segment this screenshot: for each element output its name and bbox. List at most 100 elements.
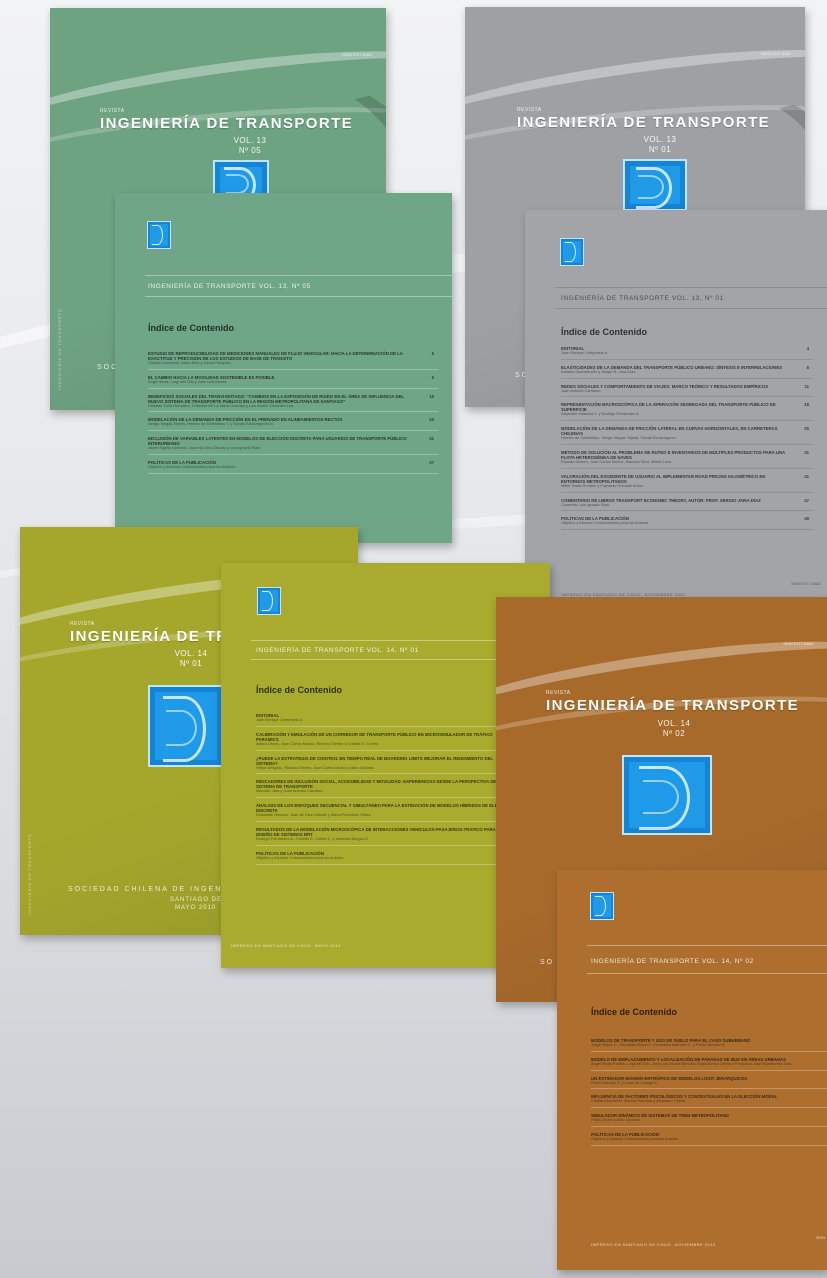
toc-entry[interactable]: MODELO DE EMPLAZAMIENTO Y LOCALIZACIÓN D… bbox=[591, 1057, 827, 1071]
article-authors: Rodrigo Fernández A., Cristián E. Cortés… bbox=[256, 835, 370, 841]
cover-spine-text: INGENIERÍA DE TRANSPORTE bbox=[57, 308, 62, 390]
page-number: 31 bbox=[429, 436, 434, 442]
toc-entry[interactable]: UN ESTIMADOR MÁXIMO-ENTRÓPICO DE MODELOS… bbox=[591, 1076, 827, 1090]
issn-label: ISSN 0717-5482 bbox=[761, 51, 791, 56]
toc-entry[interactable]: INCLUSIÓN DE VARIABLES LATENTES EN MODEL… bbox=[148, 436, 438, 455]
page-number: 47 bbox=[804, 497, 809, 503]
article-authors: Objetivo y Alcance / Instrucciones para … bbox=[591, 1135, 679, 1141]
toc-page-vol13-no05: INGENIERÍA DE TRANSPORTE VOL. 13, Nº 05 … bbox=[115, 193, 452, 543]
toc-title: Índice de Contenido bbox=[256, 685, 343, 695]
society-name: SOCIEDAD CHILENA DE INGENIE bbox=[68, 886, 233, 893]
issue-number: Nº 01 bbox=[648, 145, 672, 154]
magazine-title: INGENIERÍA DE TRANSPORTE bbox=[100, 115, 354, 132]
header-rule bbox=[555, 308, 827, 309]
magazine-title: INGENIERÍA DE TR bbox=[70, 628, 229, 645]
issn-label: ISSN 0717-5482 bbox=[342, 52, 372, 57]
article-authors: Esteban Tuñá González, Cristóbal De La M… bbox=[148, 402, 294, 408]
toc-title: Índice de Contenido bbox=[561, 327, 648, 337]
page-number: 26 bbox=[804, 426, 809, 432]
toc-entry[interactable]: REDES SOCIALES Y COMPORTAMIENTO DE VIAJE… bbox=[561, 384, 813, 398]
cover-spine-text: INGENIERÍA DE TRANSPORTE bbox=[27, 833, 32, 915]
article-authors: Sebastián Raveau, Juan de Dios Ortúzar y… bbox=[256, 812, 371, 818]
date-label: MAYO 2010 bbox=[175, 905, 217, 911]
toc-entry[interactable]: BENEFICIOS SOCIALES DEL TRANVIANTIAGO: "… bbox=[148, 394, 438, 413]
magazine-collage: INGENIERÍA DE TRANSPORTE ISSN 0717-5482 … bbox=[0, 0, 827, 1278]
magazine-title: INGENIERÍA DE TRANSPORTE bbox=[546, 697, 800, 714]
issue-number: Nº 02 bbox=[662, 729, 686, 738]
revista-label: REVISTA bbox=[546, 690, 571, 696]
toc-entry[interactable]: MÉTODO DE SOLUCIÓN AL PROBLEMA DE RUTEO … bbox=[561, 450, 813, 469]
imprint-line: IMPRESO EN SANTIAGO DE CHILE, MAYO 2010 bbox=[231, 943, 341, 948]
volume-label: VOL. 13 bbox=[643, 135, 677, 144]
page-number: 9 bbox=[431, 374, 434, 380]
article-authors: Cristián Domarchi, Manuel Escobar y Alej… bbox=[591, 1098, 686, 1104]
article-authors: Mauricio Jara y Juan Antonio Carrasco bbox=[256, 788, 323, 794]
toc-entry[interactable]: REPRESENTACIÓN MACROSCÓPICA DE LA OPERAC… bbox=[561, 402, 813, 422]
header-rule bbox=[587, 945, 827, 946]
toc-page-vol14-no02: INGENIERÍA DE TRANSPORTE VOL. 14, Nº 02 … bbox=[557, 870, 827, 1270]
imprint-line: IMPRESO EN SANTIAGO DE CHILE, NOVIEMBRE … bbox=[591, 1242, 716, 1247]
article-authors: Javier Egaña Lipinovic, Juan de Dios Ort… bbox=[148, 445, 261, 451]
article-authors: Mitter Salas Rondón y Francesc Robusté A… bbox=[561, 482, 643, 488]
toc-entry[interactable]: ELASTICIDADES DE LA DEMANDA DEL TRANSPOR… bbox=[561, 365, 813, 379]
journal-logo-icon bbox=[590, 892, 614, 920]
article-authors: Jorge Videla C., Fernando Bravo F., Fran… bbox=[591, 1042, 726, 1047]
toc-entry[interactable]: POLÍTICAS DE LA PUBLICACIÓN Objetivo y Al… bbox=[591, 1132, 827, 1146]
article-authors: Juan Enrique Coeymans A. bbox=[256, 717, 304, 722]
revista-label: REVISTA bbox=[517, 107, 542, 113]
header-rule bbox=[145, 296, 452, 297]
article-authors: Cristian Domarchi, Ivana Brito y Oscar H… bbox=[148, 360, 231, 365]
toc-page-vol13-no01: INGENIERÍA DE TRANSPORTE VOL. 13, Nº 01 … bbox=[525, 210, 827, 610]
volume-label: VOL. 13 bbox=[233, 136, 267, 145]
toc-list: ESTUDIO DE REPRODUCIBILIDAD DE MEDICIONE… bbox=[148, 351, 438, 479]
toc-list: EDITORIAL Juan Enrique Coeymans A. 4 ELAST… bbox=[561, 346, 813, 535]
running-header: INGENIERÍA DE TRANSPORTE VOL. 14, Nº 02 bbox=[591, 958, 754, 965]
toc-entry[interactable]: MODELACIÓN DE LA DEMANDA DE FRICCIÓN LAT… bbox=[561, 426, 813, 445]
article-authors: Comenta: Luis Ignacio Rizzi bbox=[561, 501, 610, 507]
issn-label: ISSN 0717-5482 bbox=[791, 581, 821, 586]
toc-entry[interactable]: MODELOS DE TRANSPORTE Y USO DE SUELO PAR… bbox=[591, 1038, 827, 1052]
article-authors: Antonio Gschwender y Sergio R. Jara-Díaz bbox=[561, 368, 636, 374]
issue-number: Nº 05 bbox=[238, 146, 262, 155]
running-header: INGENIERÍA DE TRANSPORTE VOL. 14, Nº 01 bbox=[256, 647, 419, 654]
toc-entry[interactable]: EDITORIAL Juan Enrique Coeymans A. 4 bbox=[561, 346, 813, 360]
issn-label: ISSN 0717-5482 bbox=[783, 641, 813, 646]
article-authors: Sergio Vargas Tejeda, Hernán de Solminih… bbox=[148, 421, 274, 427]
toc-entry[interactable]: COMENTARIO DE LIBROS TRANSPORT ECONOMIC … bbox=[561, 498, 813, 512]
page-number: 49 bbox=[804, 516, 809, 522]
page-number: 15 bbox=[429, 393, 434, 399]
article-authors: Objetivo y Alcance / Instrucciones para … bbox=[561, 520, 649, 526]
article-authors: Objetivo y Alcance / Instrucciones para … bbox=[256, 854, 344, 860]
toc-entry[interactable]: MODELACIÓN DE LA DEMANDA DE FRICCIÓN EN … bbox=[148, 417, 438, 432]
running-header: INGENIERÍA DE TRANSPORTE VOL. 13, Nº 01 bbox=[561, 295, 724, 302]
journal-logo-icon bbox=[622, 755, 712, 835]
page-number: 11 bbox=[804, 383, 809, 389]
revista-label: REVISTA bbox=[100, 108, 125, 114]
toc-entry[interactable]: EL CAMBIO HACIA LA MOVILIDAD SOSTENIBLE … bbox=[148, 375, 438, 389]
header-rule bbox=[145, 275, 452, 276]
page-number: 37 bbox=[429, 459, 434, 465]
toc-entry[interactable]: POLÍTICAS DE LA PUBLICACIÓN Objetivo y Al… bbox=[561, 516, 813, 531]
toc-entry[interactable]: ESTUDIO DE REPRODUCIBILIDAD DE MEDICIONE… bbox=[148, 351, 438, 370]
header-rule bbox=[587, 973, 827, 974]
page-number: 5 bbox=[431, 351, 434, 356]
toc-title: Índice de Contenido bbox=[148, 323, 235, 333]
article-authors: Pedro Donoso S. y Louis de Grange C. bbox=[591, 1079, 659, 1085]
revista-label: REVISTA bbox=[70, 621, 95, 627]
toc-entry[interactable]: INFLUENCIA DE FACTORES PSICOLÓGICOS Y CO… bbox=[591, 1094, 827, 1109]
article-authors: Felipe Delgado, Ricardo Giesen, Juan Car… bbox=[256, 764, 375, 770]
article-authors: Juan Enrique Coeymans A. bbox=[561, 350, 609, 355]
toc-entry[interactable]: POLÍTICAS DE LA PUBLICACIÓN Objetivo y Al… bbox=[148, 460, 438, 474]
article-authors: Ángel Ibeas, Luigi dell'Olio y José Luis… bbox=[148, 378, 227, 384]
article-authors: Ricardo Giesen, Juan Carlos Muñoz, Marce… bbox=[561, 458, 672, 464]
toc-entry[interactable]: VALORACIÓN DEL EXCEDENTE DE USUARIO AL I… bbox=[561, 474, 813, 493]
article-authors: Arturo Osses, Juan Carlos Muñoz, Ricardo… bbox=[256, 740, 378, 746]
article-authors: Hernán de Solminihac, Sergio Vargas Teje… bbox=[561, 435, 676, 441]
journal-logo-icon bbox=[623, 159, 687, 211]
toc-entry[interactable]: SIMULADOR DINÁMICO DE SISTEMAS DE TREN M… bbox=[591, 1113, 827, 1127]
running-header: INGENIERÍA DE TRANSPORTE VOL. 13, Nº 05 bbox=[148, 283, 311, 290]
page-number: 31 bbox=[804, 449, 809, 455]
article-authors: Alejandro Valencia V. y Rodrigo Fernánde… bbox=[561, 411, 640, 417]
society-name: SO bbox=[540, 959, 555, 966]
article-authors: Juan Antonio Carrasco bbox=[561, 387, 601, 393]
